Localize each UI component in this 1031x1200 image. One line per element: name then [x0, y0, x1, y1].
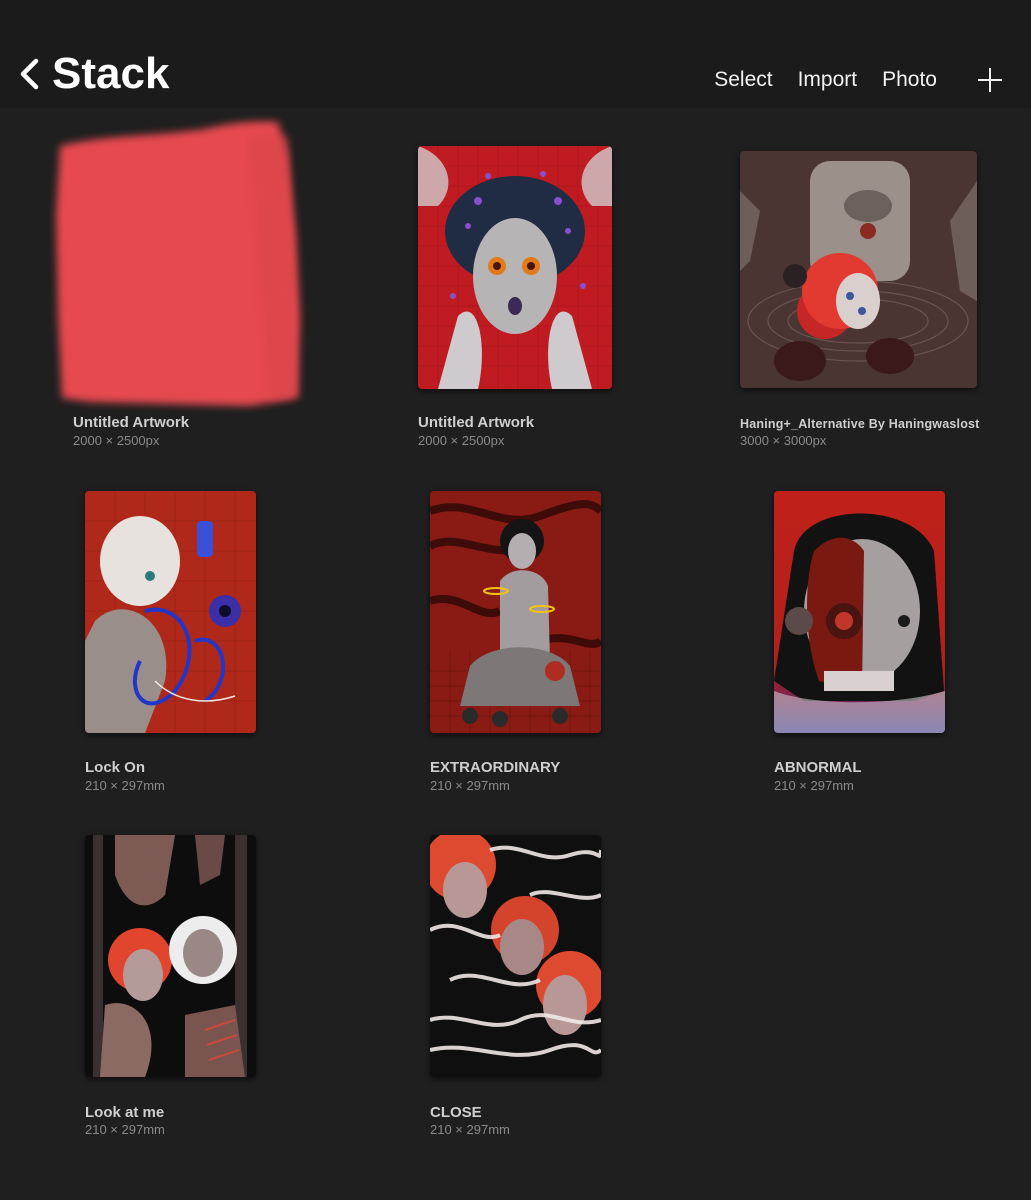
artwork-dimensions: 210 × 297mm: [85, 1122, 165, 1137]
artwork-thumbnail[interactable]: [418, 146, 612, 389]
artwork-title[interactable]: Look at me: [85, 1104, 164, 1121]
artwork-dimensions: 210 × 297mm: [430, 1122, 510, 1137]
artwork-thumbnail[interactable]: [774, 491, 945, 733]
artwork-thumbnail[interactable]: [85, 491, 256, 733]
artwork-dimensions: 210 × 297mm: [430, 778, 510, 793]
chevron-left-icon: [20, 58, 39, 90]
import-button[interactable]: Import: [798, 66, 858, 94]
artwork-title[interactable]: Lock On: [85, 759, 145, 776]
artwork-title[interactable]: Untitled Artwork: [73, 414, 189, 431]
artwork-title[interactable]: CLOSE: [430, 1104, 482, 1121]
new-canvas-button[interactable]: [977, 67, 1003, 93]
toolbar: Select Import Photo: [689, 66, 1003, 94]
artwork-grid: Untitled Artwork 2000 × 2500px Untitled …: [0, 108, 1031, 1200]
artwork-thumbnail[interactable]: [85, 835, 256, 1077]
plus-icon: [978, 68, 1002, 92]
artwork-dimensions: 210 × 297mm: [85, 778, 165, 793]
artwork-title[interactable]: EXTRAORDINARY: [430, 759, 560, 776]
artwork-title[interactable]: Untitled Artwork: [418, 414, 534, 431]
photo-button[interactable]: Photo: [882, 66, 937, 94]
back-button[interactable]: Stack: [18, 50, 169, 98]
artwork-thumbnail[interactable]: [740, 151, 977, 388]
artwork-dimensions: 2000 × 2500px: [418, 433, 505, 448]
artwork-dimensions: 210 × 297mm: [774, 778, 854, 793]
artwork-title[interactable]: ABNORMAL: [774, 759, 862, 776]
select-button[interactable]: Select: [714, 66, 772, 94]
top-bar: Stack Select Import Photo: [0, 0, 1031, 108]
page-title: Stack: [52, 49, 170, 98]
artwork-thumbnail[interactable]: [430, 491, 601, 733]
artwork-thumbnail[interactable]: [50, 116, 306, 412]
artwork-dimensions: 2000 × 2500px: [73, 433, 160, 448]
artwork-dimensions: 3000 × 3000px: [740, 433, 827, 448]
artwork-thumbnail[interactable]: [430, 835, 601, 1077]
artwork-title[interactable]: Haning+_Alternative By Haningwaslost: [740, 417, 980, 431]
